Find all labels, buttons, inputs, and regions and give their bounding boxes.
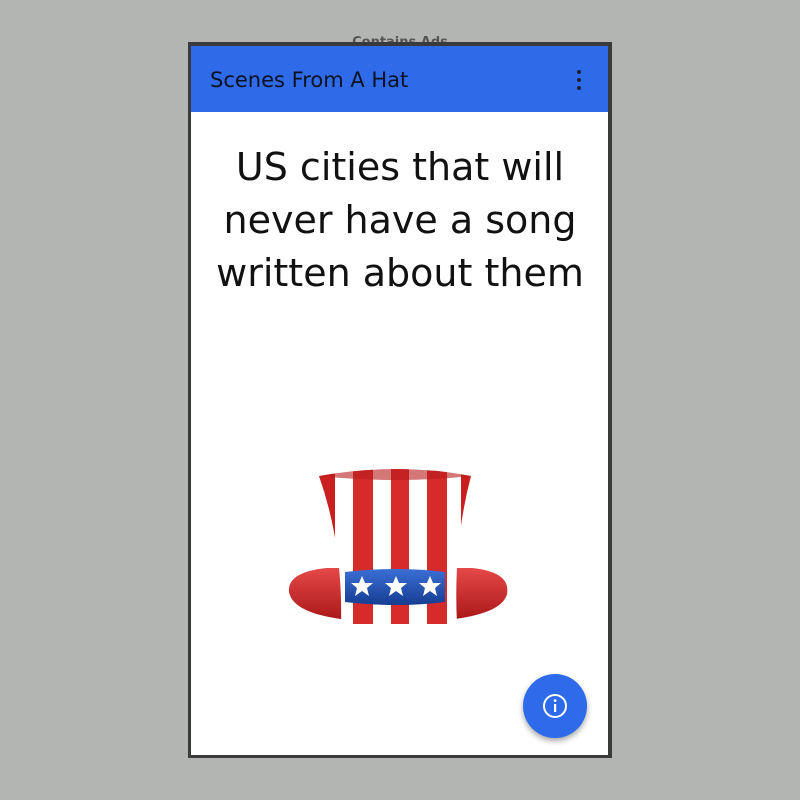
app-bar: Scenes From A Hat <box>191 46 608 112</box>
app-screen: Scenes From A Hat US cities that will ne… <box>191 46 608 755</box>
info-button[interactable] <box>523 674 587 738</box>
app-title: Scenes From A Hat <box>210 68 409 92</box>
uncle-sam-hat-icon <box>288 469 508 624</box>
info-icon <box>543 694 567 718</box>
more-vert-icon[interactable] <box>571 66 587 92</box>
scene-prompt: US cities that will never have a song wr… <box>216 145 584 295</box>
